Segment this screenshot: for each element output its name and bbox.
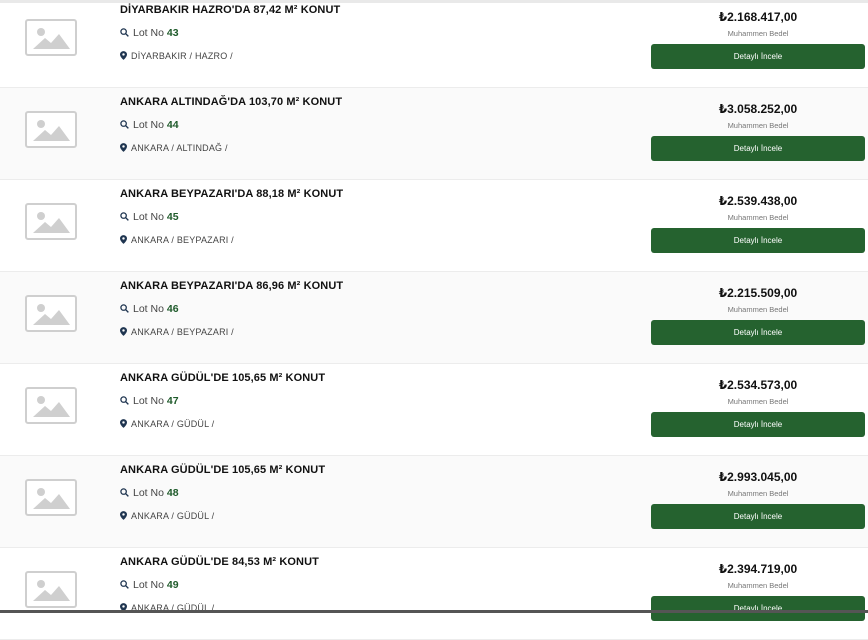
lot-info: Lot No 43: [120, 27, 179, 39]
lot-info: Lot No 46: [120, 303, 179, 315]
lot-number: 44: [166, 119, 179, 131]
detail-button[interactable]: Detaylı İncele: [651, 228, 865, 253]
price-label: Muhammen Bedel: [727, 581, 789, 590]
location-text: ANKARA / GÜDÜL /: [131, 419, 215, 429]
map-pin-icon: [120, 327, 127, 336]
lot-number: 43: [166, 27, 179, 39]
listing-row[interactable]: ANKARA GÜDÜL'DE 84,53 M² KONUT Lot No 49…: [0, 548, 868, 640]
detail-button[interactable]: Detaylı İncele: [651, 136, 865, 161]
search-icon: [120, 488, 129, 497]
map-pin-icon: [120, 235, 127, 244]
location: ANKARA / BEYPAZARI /: [120, 327, 234, 337]
lot-label: Lot No: [133, 303, 164, 315]
search-icon: [120, 580, 129, 589]
detail-button[interactable]: Detaylı İncele: [651, 412, 865, 437]
listing-title[interactable]: ANKARA BEYPAZARI'DA 86,96 M² KONUT: [120, 280, 343, 292]
image-placeholder-icon: [25, 111, 77, 148]
location-text: ANKARA / GÜDÜL /: [131, 511, 215, 521]
lot-info: Lot No 45: [120, 211, 179, 223]
price: ₺2.394.719,00: [718, 562, 798, 576]
lot-label: Lot No: [133, 395, 164, 407]
listing-title[interactable]: ANKARA ALTINDAĞ'DA 103,70 M² KONUT: [120, 96, 342, 108]
listing-row[interactable]: ANKARA GÜDÜL'DE 105,65 M² KONUT Lot No 4…: [0, 456, 868, 548]
lot-info: Lot No 44: [120, 119, 179, 131]
lot-label: Lot No: [133, 27, 164, 39]
price-label: Muhammen Bedel: [727, 489, 789, 498]
map-pin-icon: [120, 51, 127, 60]
search-icon: [120, 304, 129, 313]
price: ₺3.058.252,00: [718, 102, 798, 116]
location-text: ANKARA / BEYPAZARI /: [131, 235, 234, 245]
location: ANKARA / GÜDÜL /: [120, 511, 214, 521]
location-text: DİYARBAKIR / HAZRO /: [131, 51, 233, 61]
lot-number: 45: [166, 211, 179, 223]
search-icon: [120, 396, 129, 405]
detail-button[interactable]: Detaylı İncele: [651, 504, 865, 529]
detail-button[interactable]: Detaylı İncele: [651, 44, 865, 69]
detail-button[interactable]: Detaylı İncele: [651, 320, 865, 345]
price: ₺2.168.417,00: [718, 10, 798, 24]
search-icon: [120, 212, 129, 221]
price: ₺2.993.045,00: [718, 470, 798, 484]
image-placeholder-icon: [25, 19, 77, 56]
location: DİYARBAKIR / HAZRO /: [120, 51, 233, 61]
location-text: ANKARA / BEYPAZARI /: [131, 327, 234, 337]
image-placeholder-icon: [25, 571, 77, 608]
map-pin-icon: [120, 143, 127, 152]
location: ANKARA / BEYPAZARI /: [120, 235, 234, 245]
listing-title[interactable]: ANKARA GÜDÜL'DE 105,65 M² KONUT: [120, 464, 325, 476]
listing-title[interactable]: ANKARA GÜDÜL'DE 105,65 M² KONUT: [120, 372, 325, 384]
listing-title[interactable]: ANKARA GÜDÜL'DE 84,53 M² KONUT: [120, 556, 319, 568]
price-label: Muhammen Bedel: [727, 213, 789, 222]
lot-label: Lot No: [133, 119, 164, 131]
listing-title[interactable]: DİYARBAKIR HAZRO'DA 87,42 M² KONUT: [120, 4, 340, 16]
listing-row[interactable]: ANKARA BEYPAZARI'DA 88,18 M² KONUT Lot N…: [0, 180, 868, 272]
price-label: Muhammen Bedel: [727, 121, 789, 130]
lot-label: Lot No: [133, 579, 164, 591]
price-label: Muhammen Bedel: [727, 29, 789, 38]
lot-number: 48: [166, 487, 179, 499]
search-icon: [120, 28, 129, 37]
listing-row[interactable]: ANKARA GÜDÜL'DE 105,65 M² KONUT Lot No 4…: [0, 364, 868, 456]
image-placeholder-icon: [25, 203, 77, 240]
lot-number: 49: [166, 579, 179, 591]
price-label: Muhammen Bedel: [727, 397, 789, 406]
price: ₺2.215.509,00: [718, 286, 798, 300]
lot-info: Lot No 49: [120, 579, 179, 591]
listing-row[interactable]: DİYARBAKIR HAZRO'DA 87,42 M² KONUT Lot N…: [0, 0, 868, 88]
price-label: Muhammen Bedel: [727, 305, 789, 314]
lot-info: Lot No 47: [120, 395, 179, 407]
price: ₺2.539.438,00: [718, 194, 798, 208]
lot-number: 47: [166, 395, 179, 407]
location-text: ANKARA / ALTINDAĞ /: [131, 143, 228, 153]
detail-button[interactable]: Detaylı İncele: [651, 596, 865, 621]
lot-number: 46: [166, 303, 179, 315]
listing-row[interactable]: ANKARA ALTINDAĞ'DA 103,70 M² KONUT Lot N…: [0, 88, 868, 180]
lot-label: Lot No: [133, 487, 164, 499]
image-placeholder-icon: [25, 387, 77, 424]
listing-title[interactable]: ANKARA BEYPAZARI'DA 88,18 M² KONUT: [120, 188, 343, 200]
map-pin-icon: [120, 419, 127, 428]
price: ₺2.534.573,00: [718, 378, 798, 392]
lot-label: Lot No: [133, 211, 164, 223]
map-pin-icon: [120, 511, 127, 520]
location: ANKARA / GÜDÜL /: [120, 419, 214, 429]
listing-list: DİYARBAKIR HAZRO'DA 87,42 M² KONUT Lot N…: [0, 0, 868, 640]
image-placeholder-icon: [25, 295, 77, 332]
listing-row[interactable]: ANKARA BEYPAZARI'DA 86,96 M² KONUT Lot N…: [0, 272, 868, 364]
location: ANKARA / ALTINDAĞ /: [120, 143, 228, 153]
image-placeholder-icon: [25, 479, 77, 516]
search-icon: [120, 120, 129, 129]
lot-info: Lot No 48: [120, 487, 179, 499]
